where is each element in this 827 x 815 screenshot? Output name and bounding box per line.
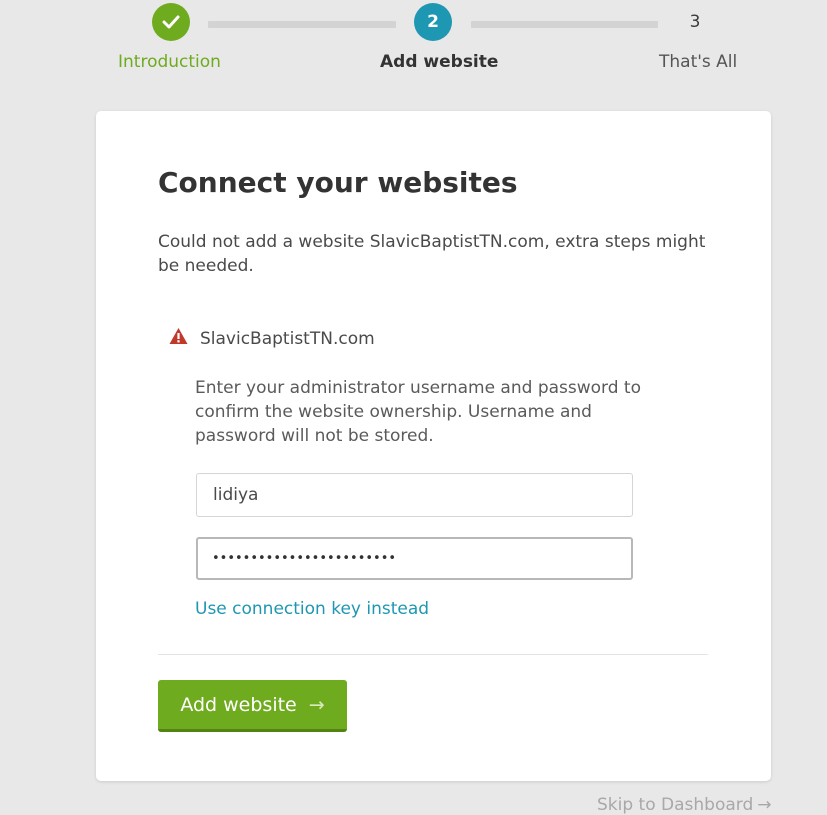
use-connection-key-link[interactable]: Use connection key instead [195,599,429,619]
step-2-indicator: 2 [414,3,452,41]
skip-to-dashboard-label: Skip to Dashboard [597,795,754,815]
credentials-instructions: Enter your administrator username and pa… [195,378,642,446]
step-label-thats-all: That's All [659,52,738,72]
step-connector [208,21,396,28]
error-message: Could not add a website SlavicBaptistTN.… [158,232,706,276]
step-label-add-website: Add website [380,52,499,72]
password-field[interactable] [196,537,633,580]
step-3-indicator: 3 [689,12,701,32]
arrow-right-icon: → [308,693,325,716]
page-title: Connect your websites [158,166,518,199]
warning-icon [169,328,188,344]
progress-stepper: 2 3 Introduction Add website That's All [0,0,827,100]
check-icon [162,15,180,29]
divider [158,654,708,655]
website-domain: SlavicBaptistTN.com [200,329,375,349]
username-field[interactable] [196,473,633,517]
connect-websites-card: Connect your websites Could not add a we… [96,111,771,781]
arrow-right-icon: → [757,795,772,815]
step-label-introduction: Introduction [118,52,221,72]
step-1-complete-indicator [152,3,190,41]
add-website-button[interactable]: Add website → [158,680,347,732]
skip-to-dashboard-link[interactable]: Skip to Dashboard → [597,795,772,815]
add-website-button-label: Add website [180,693,297,716]
step-connector [471,21,658,28]
